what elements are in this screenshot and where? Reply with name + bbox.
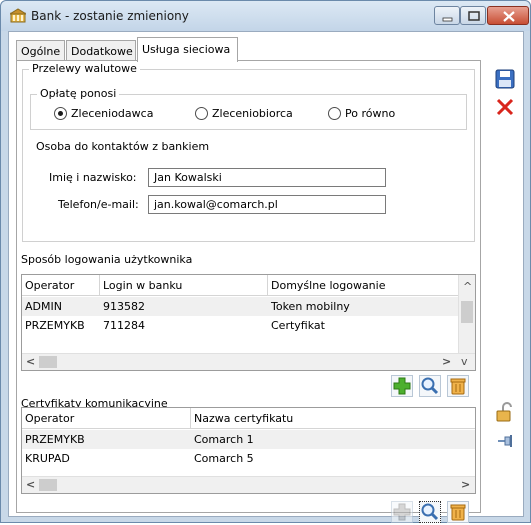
fee-payer-group: Opłatę ponosi Zleceniodawca Zleceniobior… [30, 87, 467, 130]
vertical-scrollbar[interactable]: ^ [458, 275, 475, 353]
title-bar: Bank - zostanie zmieniony [1, 1, 530, 31]
radio-po-rowno[interactable] [328, 107, 341, 120]
foreign-transfers-legend: Przelewy walutowe [29, 62, 140, 75]
scrollbar-thumb[interactable] [461, 301, 473, 323]
radio-zleceniobiorca[interactable] [195, 107, 208, 120]
add-certificate-button[interactable] [391, 501, 413, 523]
tab-label: Usługa sieciowa [142, 43, 231, 56]
magnifier-icon [421, 377, 439, 395]
trash-icon [450, 504, 466, 521]
column-header[interactable]: Domyślne logowanie [268, 275, 458, 296]
scroll-up-icon[interactable]: ^ [463, 281, 472, 292]
table-row[interactable]: KRUPAD Comarch 5 [22, 449, 475, 468]
maximize-button[interactable] [460, 6, 486, 25]
cell-operator: KRUPAD [25, 452, 70, 465]
scroll-left-icon[interactable]: < [26, 356, 35, 367]
table-row[interactable]: PRZEMYKB 711284 Certyfikat [22, 316, 458, 335]
horizontal-scrollbar[interactable]: < > [22, 476, 475, 493]
scroll-down-icon[interactable]: v [461, 356, 468, 367]
table-row[interactable]: ADMIN 913582 Token mobilny [22, 297, 458, 316]
column-header[interactable]: Operator [22, 275, 100, 296]
window-client: Ogólne Dodatkowe Usługa sieciowa Przelew… [8, 31, 524, 523]
radio-po-rowno-label: Po równo [345, 107, 396, 120]
delete-login-button[interactable] [447, 375, 469, 397]
cell-default-login: Certyfikat [271, 319, 325, 332]
cell-operator: ADMIN [25, 300, 62, 313]
trash-icon [450, 378, 466, 395]
scroll-right-icon[interactable]: > [461, 479, 470, 490]
radio-zleceniodawca[interactable] [54, 107, 67, 120]
cell-certificate-name: Comarch 1 [194, 433, 254, 446]
magnifier-icon [421, 503, 439, 521]
bank-window: Bank - zostanie zmieniony Ogólne Dodatko… [0, 0, 531, 523]
cell-certificate-name: Comarch 5 [194, 452, 254, 465]
table-row[interactable]: PRZEMYKB Comarch 1 [22, 430, 475, 449]
add-login-button[interactable] [391, 375, 413, 397]
certificates-grid: Operator Nazwa certyfikatu PRZEMYKB Coma… [21, 407, 476, 494]
cell-login: 711284 [103, 319, 145, 332]
tab-label: Ogólne [21, 45, 61, 58]
pin-button[interactable] [494, 430, 516, 452]
bank-icon [8, 8, 28, 24]
cell-operator: PRZEMYKB [25, 433, 85, 446]
save-button[interactable] [494, 68, 516, 90]
delete-certificate-button[interactable] [447, 501, 469, 523]
cell-default-login: Token mobilny [271, 300, 350, 313]
cell-login: 913582 [103, 300, 145, 313]
fee-payer-legend: Opłatę ponosi [37, 87, 120, 100]
floppy-disk-icon [495, 69, 515, 89]
tab-dodatkowe[interactable]: Dodatkowe [66, 40, 136, 61]
unlock-button[interactable] [494, 401, 516, 423]
plus-icon [393, 503, 411, 521]
radio-zleceniobiorca-label: Zleceniobiorca [212, 107, 293, 120]
tab-usluga-sieciowa[interactable]: Usługa sieciowa [137, 37, 238, 62]
login-method-heading: Sposób logowania użytkownika [21, 253, 193, 266]
cell-operator: PRZEMYKB [25, 319, 85, 332]
column-header[interactable]: Operator [22, 408, 191, 429]
column-header[interactable]: Login w banku [100, 275, 268, 296]
scrollbar-thumb[interactable] [39, 356, 57, 368]
tab-ogolne[interactable]: Ogólne [16, 40, 65, 61]
pin-icon [498, 435, 512, 447]
certificates-grid-header: Operator Nazwa certyfikatu [22, 408, 475, 429]
padlock-icon [496, 402, 512, 422]
radio-zleceniodawca-label: Zleceniodawca [71, 107, 154, 120]
scroll-left-icon[interactable]: < [26, 479, 35, 490]
close-button[interactable] [487, 6, 529, 25]
window-title: Bank - zostanie zmieniony [31, 9, 189, 23]
minimize-button[interactable] [434, 6, 460, 25]
column-header[interactable]: Nazwa certyfikatu [191, 408, 475, 429]
tab-label: Dodatkowe [71, 45, 133, 58]
scroll-right-icon[interactable]: > [442, 356, 451, 367]
cancel-button[interactable] [494, 96, 516, 118]
foreign-transfers-group: Przelewy walutowe Opłatę ponosi Zlecenio… [22, 62, 475, 242]
tab-panel: Przelewy walutowe Opłatę ponosi Zlecenio… [16, 60, 481, 523]
red-x-icon [496, 98, 514, 116]
scrollbar-thumb[interactable] [39, 479, 57, 491]
horizontal-scrollbar[interactable]: < > v [22, 353, 475, 370]
view-certificate-button[interactable] [419, 501, 441, 523]
view-login-button[interactable] [419, 375, 441, 397]
name-label: Imię i nazwisko: [49, 171, 137, 184]
phone-label: Telefon/e-mail: [58, 198, 139, 211]
contact-heading: Osoba do kontaktów z bankiem [36, 140, 210, 153]
login-grid-header: Operator Login w banku Domyślne logowani… [22, 275, 458, 296]
plus-icon [393, 377, 411, 395]
name-field[interactable]: Jan Kowalski [148, 168, 386, 187]
login-grid: Operator Login w banku Domyślne logowani… [21, 274, 476, 371]
phone-email-field[interactable]: jan.kowal@comarch.pl [148, 195, 386, 214]
